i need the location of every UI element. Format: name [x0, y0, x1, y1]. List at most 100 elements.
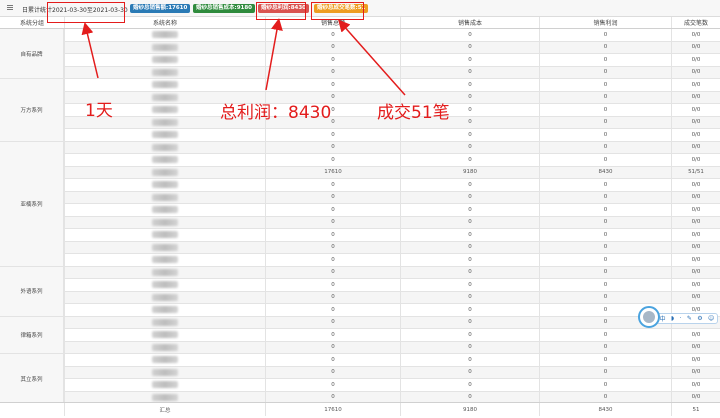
sales-cell: 0: [265, 191, 400, 203]
system-name-cell: [64, 329, 265, 341]
column-header[interactable]: 成交笔数: [671, 17, 720, 28]
cost-cell: 0: [400, 141, 539, 153]
profit-cell: 0: [539, 191, 671, 203]
redacted-name: [152, 243, 178, 251]
deals-cell: 0/0: [671, 66, 720, 78]
cost-cell: 0: [400, 341, 539, 353]
total-profit: 8430: [539, 403, 671, 416]
system-name-cell: [64, 179, 265, 191]
cost-cell: 0: [400, 279, 539, 291]
cost-cell: 0: [400, 266, 539, 278]
system-name-cell: [64, 279, 265, 291]
cost-cell: 0: [400, 66, 539, 78]
system-name-cell: [64, 54, 265, 66]
deals-cell: 0/0: [671, 354, 720, 366]
redacted-name: [152, 343, 178, 351]
deals-cell: 0/0: [671, 241, 720, 253]
table-row: 0000/0: [0, 316, 720, 329]
deals-cell: 0/0: [671, 41, 720, 53]
column-header[interactable]: 销售成本: [400, 17, 539, 28]
deals-cell: 0/0: [671, 179, 720, 191]
profit-cell: 0: [539, 54, 671, 66]
annotation-total-profit: 总利润：8430: [220, 103, 332, 123]
column-header[interactable]: 销售利润: [539, 17, 671, 28]
redacted-name: [152, 143, 178, 151]
profit-cell: 0: [539, 266, 671, 278]
system-name-cell: [64, 129, 265, 141]
system-name-cell: [64, 79, 265, 91]
system-name-cell: [64, 41, 265, 53]
profit-cell: 0: [539, 66, 671, 78]
redacted-name: [152, 81, 178, 89]
deals-cell: 0/0: [671, 29, 720, 41]
table-row: 0000/0: [0, 54, 720, 67]
total-cell: [0, 403, 64, 416]
sales-cell: 0: [265, 241, 400, 253]
profit-cell: 0: [539, 41, 671, 53]
deals-cell: 0/0: [671, 216, 720, 228]
profit-cell: 0: [539, 179, 671, 191]
table-row: 0000/0: [0, 229, 720, 242]
smile-icon[interactable]: ☺: [708, 315, 714, 322]
group-label: 亚楠系列: [0, 141, 64, 267]
profit-cell: 0: [539, 79, 671, 91]
cost-cell: 0: [400, 179, 539, 191]
pen-icon[interactable]: ✎: [687, 315, 692, 322]
table-row: 0000/0: [0, 204, 720, 217]
profit-cell: 0: [539, 254, 671, 266]
redacted-name: [152, 281, 178, 289]
sales-cell: 0: [265, 79, 400, 91]
table-row: 17610 9180 8430 51/51: [0, 166, 720, 179]
deals-cell: 0/0: [671, 279, 720, 291]
sales-cell: 0: [265, 254, 400, 266]
cost-cell: 0: [400, 354, 539, 366]
table-row: 0000/0: [0, 191, 720, 204]
sales-cell: 0: [265, 179, 400, 191]
annotation-one-day: 1天: [85, 101, 113, 121]
deals-cell: 0/0: [671, 54, 720, 66]
redacted-name: [152, 131, 178, 139]
system-name-cell: [64, 354, 265, 366]
redacted-name: [152, 231, 178, 239]
system-name-cell: [64, 154, 265, 166]
sales-cell: 0: [265, 216, 400, 228]
moon-icon[interactable]: ◗: [671, 315, 674, 322]
table-row: 0000/0: [0, 216, 720, 229]
cost-cell: 0: [400, 254, 539, 266]
profit-cell: 0: [539, 216, 671, 228]
floating-tools: 中 ◗ · ✎ ⚙ ☺: [656, 313, 718, 324]
dot-icon[interactable]: ·: [680, 315, 682, 322]
deals-cell: 0/0: [671, 154, 720, 166]
profit-cell: 0: [539, 204, 671, 216]
menu-icon[interactable]: [7, 5, 13, 11]
sales-cell: 0: [265, 341, 400, 353]
settings-icon[interactable]: ⚙: [697, 315, 702, 322]
profit-cell: 0: [539, 91, 671, 103]
annotation-deals: 成交51笔: [377, 103, 450, 123]
sales-cell: 0: [265, 41, 400, 53]
sales-total-badge: 婚纱总销售额:17610: [130, 4, 191, 13]
system-name-cell: [64, 141, 265, 153]
cost-cell: 0: [400, 129, 539, 141]
group-label: 外语系列: [0, 266, 64, 317]
ime-chinese-icon[interactable]: 中: [660, 314, 666, 323]
sales-cell: 0: [265, 329, 400, 341]
redacted-name: [152, 318, 178, 326]
redacted-name: [152, 206, 178, 214]
cost-cell: 0: [400, 291, 539, 303]
system-name-cell: [64, 304, 265, 316]
redacted-name: [152, 106, 178, 114]
sales-cell: 0: [265, 379, 400, 391]
cost-cell: 0: [400, 204, 539, 216]
redacted-name: [152, 393, 178, 401]
redacted-name: [152, 368, 178, 376]
user-avatar-icon[interactable]: [638, 306, 660, 328]
redacted-name: [152, 31, 178, 39]
total-deals: 51: [671, 403, 720, 416]
profit-cell: 0: [539, 291, 671, 303]
redacted-name: [152, 256, 178, 264]
deals-cell: 0/0: [671, 379, 720, 391]
deals-cell: 0/0: [671, 191, 720, 203]
total-label: 汇总: [64, 403, 265, 416]
table-row: 0000/0: [0, 354, 720, 367]
